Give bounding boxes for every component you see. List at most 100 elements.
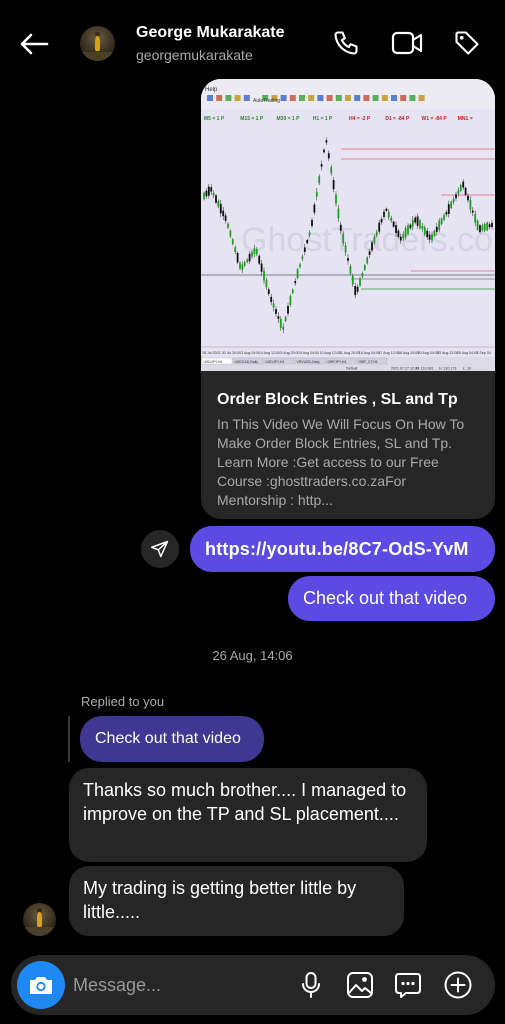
sent-message[interactable]: Check out that video [288, 576, 495, 621]
contact-avatar[interactable] [80, 26, 115, 61]
candle-body [207, 186, 210, 196]
link-preview-body: Order Block Entries , SL and Tp In This … [201, 371, 495, 519]
more-options-button[interactable] [441, 968, 475, 1002]
toolbar-icon [234, 95, 241, 101]
date-label: 16 Aug 04:00 [359, 351, 380, 355]
candle-body [287, 305, 289, 314]
candle-body [375, 231, 378, 236]
candle-body [260, 263, 263, 272]
candle-body [234, 247, 237, 253]
timeframe-label: H1 = 1 P [313, 116, 333, 122]
chart-tab-label: USDCAD,Daily [235, 360, 259, 364]
received-message[interactable]: Thanks so much brother.... I managed to … [69, 768, 427, 862]
candle-body [378, 222, 381, 232]
candle-body [272, 303, 275, 308]
plus-circle-icon [444, 971, 472, 999]
candle-body [368, 251, 371, 255]
candle-body [267, 289, 270, 294]
phone-icon [334, 31, 358, 55]
video-call-button[interactable] [390, 26, 424, 60]
reply-quote-bubble[interactable]: Check out that video [80, 716, 264, 762]
candle-body [361, 273, 364, 277]
tag-button[interactable] [450, 26, 484, 60]
date-label: 3 Sep 04 [476, 351, 490, 355]
thumb-toolbar-label: AutoTrading [253, 98, 280, 104]
candle-body [279, 319, 282, 328]
candle-body [299, 264, 301, 267]
timeframe-label: M30 = 1 P [277, 116, 301, 122]
candle-body [205, 190, 208, 197]
date-label: 18 Aug 20:00 [398, 351, 419, 355]
sticker-button[interactable] [391, 968, 425, 1002]
candle-body [224, 215, 227, 221]
candle-body [219, 203, 222, 214]
gallery-button[interactable] [343, 968, 377, 1002]
candle-body [471, 210, 474, 213]
candle-body [277, 316, 280, 319]
status-item: L: 10 [463, 367, 471, 371]
share-button[interactable] [141, 530, 179, 568]
candle-body [284, 316, 287, 322]
chart-tab-label: USDJPY,H4 [204, 360, 223, 364]
candle-body [445, 212, 448, 215]
candle-body [467, 195, 469, 201]
candle-body [402, 234, 405, 238]
timeframe-label: H4 = -2 P [349, 116, 371, 122]
candle-body [239, 262, 241, 269]
candle-body [462, 181, 465, 188]
candle-body [356, 286, 359, 292]
voice-button[interactable] [294, 968, 328, 1002]
candle-body [419, 220, 421, 229]
candle-body [210, 187, 213, 192]
candle-body [395, 225, 397, 233]
candle-body [241, 264, 244, 270]
video-thumbnail[interactable]: Help AutoTrading M5 = 1 P M15 = 1 P M30 = … [201, 79, 495, 371]
candle-body [486, 222, 489, 231]
contact-username[interactable]: georgemukarakate [136, 47, 253, 63]
sent-url-message[interactable]: https://youtu.be/8C7-OdS-YvM [190, 526, 495, 572]
candle-body [306, 240, 309, 244]
thumb-watermark: GhostTraders.co.za [241, 221, 495, 259]
candle-body [452, 198, 455, 203]
candle-body [397, 230, 400, 237]
candle-body [258, 255, 261, 264]
toolbar-icon [216, 95, 223, 101]
candle-body [380, 219, 383, 223]
candle-body [301, 256, 304, 259]
toolbar-icon [243, 95, 250, 101]
candle-body [354, 286, 357, 296]
candle-body [481, 225, 484, 231]
toolbar-icon [335, 95, 342, 101]
candle-body [342, 233, 345, 244]
date-label: 30 Jul 20:00 [222, 351, 242, 355]
toolbar-icon [381, 95, 388, 101]
received-message[interactable]: My trading is getting better little by l… [69, 866, 404, 936]
candle-body [222, 210, 225, 217]
send-icon [150, 540, 169, 558]
back-arrow-icon [20, 33, 49, 55]
call-button[interactable] [329, 26, 363, 60]
message-input[interactable] [73, 970, 273, 1000]
chat-header: George Mukarakate georgemukarakate [0, 0, 505, 84]
candle-body [359, 278, 361, 286]
candle-body [347, 258, 349, 261]
message-composer [11, 955, 495, 1015]
reply-indicator-bar [68, 716, 70, 762]
timestamp: 26 Aug, 14:06 [212, 648, 293, 663]
candle-body [407, 225, 409, 234]
candle-body [450, 201, 453, 208]
contact-name[interactable]: George Mukarakate [136, 24, 285, 42]
candle-body [251, 252, 253, 257]
status-item: H: 110.173 [439, 367, 456, 371]
candle-body [255, 248, 258, 255]
candle-body [416, 216, 419, 226]
candle-body [339, 224, 342, 231]
sender-avatar[interactable] [23, 903, 56, 936]
date-label: 20 Aug 04:00 [418, 351, 439, 355]
link-preview-card[interactable]: Help AutoTrading M5 = 1 P M15 = 1 P M30 = … [201, 79, 495, 519]
candle-body [428, 234, 431, 240]
candle-body [457, 190, 460, 194]
camera-button[interactable] [17, 961, 65, 1009]
candle-body [387, 211, 390, 218]
back-button[interactable] [14, 26, 54, 62]
